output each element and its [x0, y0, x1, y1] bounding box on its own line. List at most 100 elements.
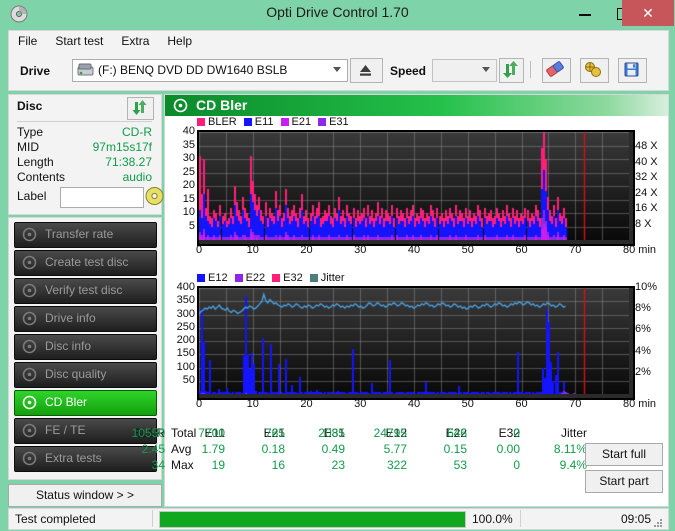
legend-e31: E31: [318, 116, 349, 128]
close-button[interactable]: ✕: [622, 0, 674, 26]
sidebar-item-verify-test-disc[interactable]: Verify test disc: [14, 278, 157, 304]
sidebar-item-disc-info[interactable]: Disc info: [14, 334, 157, 360]
legend-swatch: [243, 118, 252, 126]
minimize-button[interactable]: [566, 0, 604, 26]
sidebar-item-label: Transfer rate: [45, 227, 114, 241]
stats-cell: 23: [331, 458, 345, 472]
disc-info-panel: Disc Type CD-R MID 97m15s17f Length 71:3…: [8, 94, 165, 215]
sidebar-item-transfer-rate[interactable]: Transfer rate: [14, 222, 157, 248]
legend-e22: E22: [234, 272, 265, 284]
x-tick-label: 40: [407, 244, 421, 256]
refresh-button[interactable]: [499, 58, 524, 83]
legend-label: E11: [254, 116, 274, 128]
chart2-x-axis: 0 10 20 30 40 50 60 70 80 min: [165, 398, 668, 412]
grip-dot: [657, 525, 659, 527]
legend-swatch: [280, 118, 289, 126]
menu-bar: File Start test Extra Help: [8, 30, 669, 53]
disc-icon: [22, 367, 37, 382]
grip-dot: [660, 522, 662, 524]
disc-row-value: audio: [122, 170, 152, 184]
sidebar-item-label: Create test disc: [45, 255, 129, 269]
legend-label: E21: [291, 116, 312, 128]
disc-label-input[interactable]: [60, 187, 144, 208]
save-button[interactable]: [618, 58, 647, 83]
status-separator: [152, 510, 153, 527]
disc-label-browse-button[interactable]: [144, 186, 165, 206]
minimize-icon: [579, 14, 591, 16]
stats-cell: 2.45: [141, 442, 165, 456]
sidebar-item-label: CD Bler: [45, 395, 88, 409]
bitsetting-button[interactable]: [580, 58, 609, 83]
legend-label: BLER: [208, 116, 237, 128]
stats-cell: 1.79: [201, 442, 225, 456]
disc-panel-title: Disc: [17, 99, 43, 113]
stats-cell: 16: [271, 458, 285, 472]
menu-item-file[interactable]: File: [9, 31, 46, 50]
legend-e32: E32: [272, 272, 303, 284]
stats-cell: 0.49: [321, 442, 345, 456]
legend-swatch: [318, 118, 327, 126]
legend-swatch: [197, 274, 205, 282]
menu-item-help[interactable]: Help: [158, 31, 201, 50]
y2-tick-label: 2%: [635, 365, 651, 378]
stats-cell: 322: [386, 458, 407, 472]
refresh-icon: [503, 61, 518, 78]
eject-icon: [360, 65, 371, 76]
y2-tick-label: 32 X: [635, 171, 658, 184]
disc-row-key: Contents: [17, 170, 66, 184]
sidebar-item-disc-quality[interactable]: Disc quality: [14, 362, 157, 388]
sidebar-item-label: FE / TE: [45, 423, 86, 437]
legend-swatch: [272, 274, 281, 282]
sidebar-item-drive-info[interactable]: Drive info: [14, 306, 157, 332]
eraser-icon: [546, 61, 564, 77]
disc-refresh-button[interactable]: [127, 97, 154, 120]
elapsed-time: 09:05: [620, 512, 651, 526]
legend-label: E31: [329, 116, 349, 128]
speed-select[interactable]: [432, 59, 497, 82]
eject-button[interactable]: [350, 58, 383, 83]
y2-tick-label: 4%: [635, 344, 651, 357]
disc-row-key: Type: [17, 125, 44, 139]
drive-label: Drive: [20, 64, 51, 78]
legend-label: E32: [283, 272, 303, 284]
start-full-button[interactable]: Start full: [585, 443, 663, 466]
stats-cell: 19: [211, 458, 225, 472]
sidebar-item-create-test-disc[interactable]: Create test disc: [14, 250, 157, 276]
stats-cell: 7700: [198, 426, 225, 440]
chart2-canvas: [199, 288, 629, 394]
stats-column-header: Jitter: [560, 426, 587, 440]
menu-item-extra[interactable]: Extra: [112, 31, 158, 50]
y-tick-label: 15: [182, 192, 195, 205]
sidebar: Transfer rate Create test disc Verify te…: [8, 217, 162, 480]
chart1-canvas: [199, 132, 629, 240]
y-tick-label: 25: [182, 165, 195, 178]
y2-tick-label: 40 X: [635, 155, 658, 168]
x-tick-label: 10: [246, 244, 259, 256]
legend-e12: E12: [197, 272, 228, 284]
legend-swatch: [234, 274, 243, 282]
resize-grip-icon[interactable]: [654, 519, 663, 528]
status-window-button[interactable]: Status window > >: [8, 484, 162, 507]
y-tick-label: 400: [176, 281, 195, 293]
progress-bar: [159, 511, 466, 528]
erase-button[interactable]: [542, 58, 571, 83]
legend-label: E12: [208, 272, 228, 284]
status-separator: [520, 510, 521, 527]
y-tick-label: 35: [182, 138, 195, 151]
y2-tick-label: 10%: [635, 281, 658, 293]
start-part-button[interactable]: Start part: [585, 470, 663, 493]
drive-select[interactable]: (F:) BENQ DVD DD DW1640 BSLB: [72, 59, 348, 82]
y2-tick-label: 6%: [635, 323, 651, 336]
disc-icon: [22, 423, 37, 438]
menu-item-start-test[interactable]: Start test: [46, 31, 112, 50]
disc-icon: [22, 255, 37, 270]
cd-icon: [145, 187, 164, 205]
sidebar-item-cd-bler[interactable]: CD Bler: [14, 390, 157, 416]
y-tick-label: 50: [182, 373, 195, 386]
panel-title: CD Bler: [196, 97, 248, 113]
chevron-down-icon: [482, 67, 490, 72]
x-tick-label: 0: [195, 398, 203, 410]
stats-cell: 0.18: [261, 442, 285, 456]
toolbar-separator: [530, 61, 531, 78]
y2-tick-label: 48 X: [635, 140, 658, 153]
